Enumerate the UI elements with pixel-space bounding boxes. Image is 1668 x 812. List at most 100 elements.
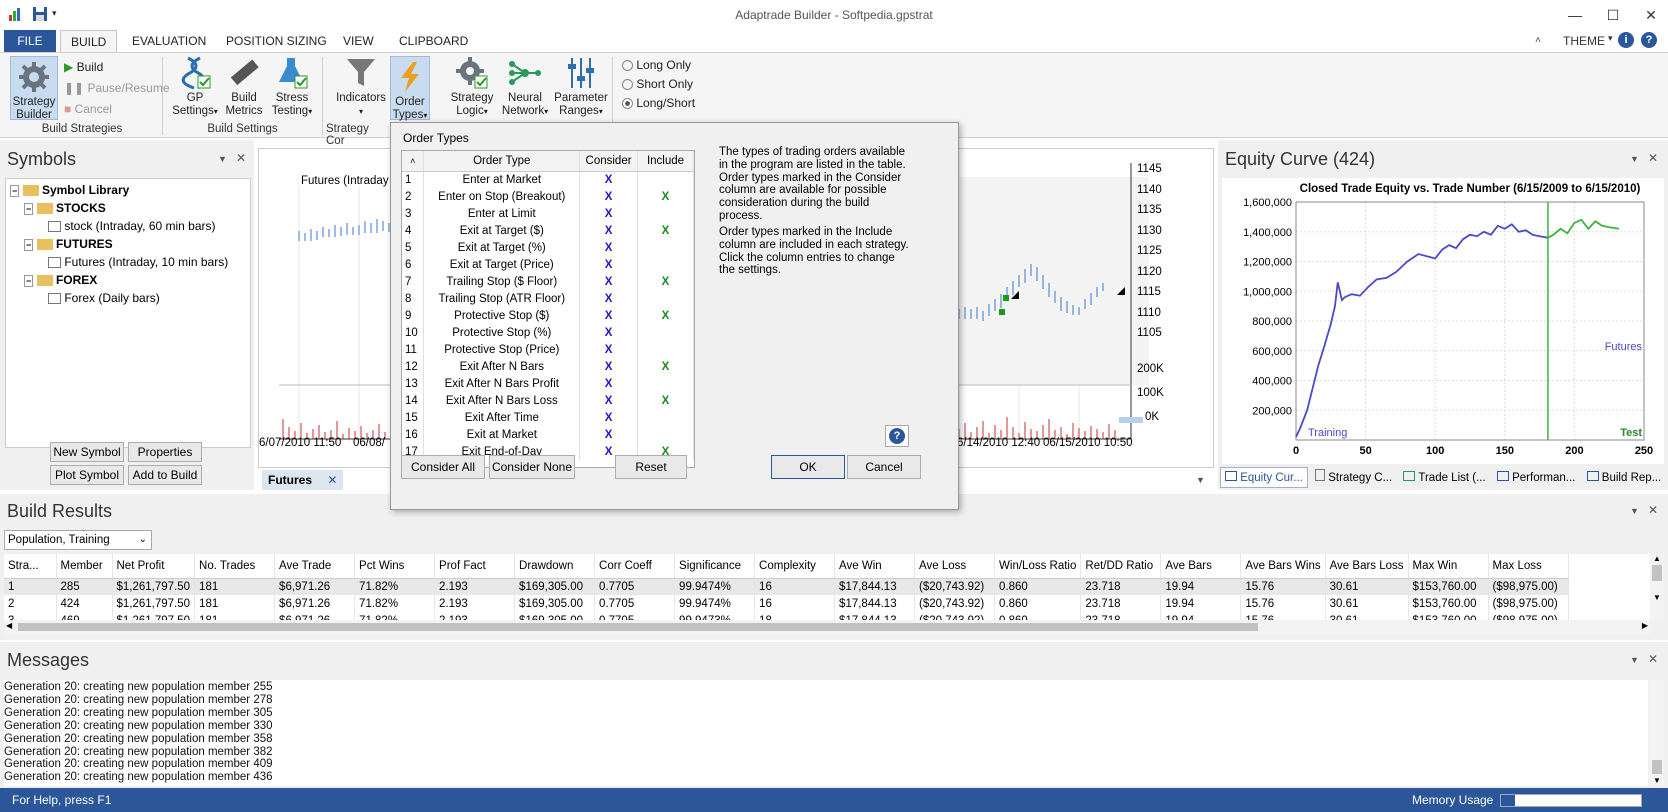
order-types-button[interactable]: Order Types▾ <box>390 56 430 121</box>
new-symbol-button[interactable]: New Symbol <box>50 442 124 462</box>
include-cell[interactable]: X <box>637 273 694 290</box>
col-header[interactable]: Ave Trade <box>274 554 356 579</box>
include-cell[interactable]: X <box>637 188 694 205</box>
panel-menu-icon[interactable]: ▼ <box>1630 506 1639 516</box>
col-header[interactable]: Net Profit <box>112 554 196 579</box>
col-header[interactable]: Pct Wins <box>354 554 436 579</box>
collapse-icon[interactable]: − <box>10 185 20 197</box>
consider-cell[interactable]: X <box>579 307 639 324</box>
scroll-thumb[interactable] <box>18 623 1258 631</box>
minimize-button[interactable]: — <box>1565 6 1585 24</box>
order-type-row[interactable]: 4 Exit at Target ($) X X <box>402 222 694 239</box>
col-order-type[interactable]: Order Type <box>423 151 581 172</box>
col-header[interactable]: Member <box>56 554 113 579</box>
population-dropdown[interactable]: Population, Training ⌄ <box>4 530 152 550</box>
pause-resume-button[interactable]: ❚❚ Pause/Resume <box>64 78 170 98</box>
tab-evaluation[interactable]: EVALUATION <box>122 30 216 52</box>
include-cell[interactable] <box>637 171 694 188</box>
include-cell[interactable]: X <box>637 307 694 324</box>
order-type-row[interactable]: 14 Exit After N Bars Loss X X <box>402 392 694 409</box>
tab-performance[interactable]: Performan... <box>1493 468 1579 487</box>
include-cell[interactable] <box>637 409 694 426</box>
equity-chart[interactable]: Closed Trade Equity vs. Trade Number (6/… <box>1222 178 1664 464</box>
consider-cell[interactable]: X <box>579 188 639 205</box>
col-header[interactable]: Max Loss <box>1488 554 1569 579</box>
tab-build-report[interactable]: Build Rep... <box>1583 468 1666 487</box>
scroll-left-icon[interactable]: ◀ <box>6 621 12 630</box>
col-header[interactable]: Stra... <box>4 554 57 579</box>
close-button[interactable]: ✕ <box>1641 6 1661 24</box>
scroll-down-icon[interactable]: ▼ <box>1653 776 1661 785</box>
neural-network-button[interactable]: Neural Network▾ <box>500 56 550 118</box>
consider-cell[interactable]: X <box>579 239 639 256</box>
table-row[interactable]: 1 285 $1,261,797.50 181 $6,971.26 71.82% 2.193… <box>4 578 1569 595</box>
close-tab-icon[interactable]: ✕ <box>327 473 337 487</box>
tab-position-sizing[interactable]: POSITION SIZING <box>216 30 337 52</box>
consider-cell[interactable]: X <box>579 341 639 358</box>
add-to-build-button[interactable]: Add to Build <box>128 465 202 485</box>
chart-scrollbar[interactable] <box>1119 417 1143 423</box>
consider-cell[interactable]: X <box>579 324 639 341</box>
help-icon[interactable]: ? <box>1641 32 1657 48</box>
col-header[interactable]: Drawdown <box>514 554 596 579</box>
tab-clipboard[interactable]: CLIPBOARD <box>389 30 478 52</box>
include-cell[interactable] <box>637 205 694 222</box>
include-cell[interactable] <box>637 290 694 307</box>
parameter-ranges-button[interactable]: Parameter Ranges▾ <box>553 56 609 118</box>
consider-cell[interactable]: X <box>579 392 639 409</box>
order-type-row[interactable]: 10 Protective Stop (%) X <box>402 324 694 341</box>
tab-strategy-code[interactable]: Strategy C... <box>1311 466 1396 487</box>
info-icon[interactable]: i <box>1618 32 1634 48</box>
collapse-icon[interactable]: − <box>24 203 34 215</box>
consider-cell[interactable]: X <box>579 222 639 239</box>
consider-cell[interactable]: X <box>579 358 639 375</box>
tree-item-stocks[interactable]: − STOCKS <box>24 201 106 215</box>
col-header[interactable]: Significance <box>674 554 756 579</box>
consider-cell[interactable]: X <box>579 171 639 188</box>
order-type-row[interactable]: 12 Exit After N Bars X X <box>402 358 694 375</box>
order-type-row[interactable]: 15 Exit After Time X <box>402 409 694 426</box>
include-cell[interactable]: X <box>637 392 694 409</box>
include-cell[interactable] <box>637 375 694 392</box>
include-cell[interactable] <box>637 426 694 443</box>
order-type-row[interactable]: 5 Exit at Target (%) X <box>402 239 694 256</box>
col-header[interactable]: Complexity <box>754 554 836 579</box>
include-cell[interactable] <box>637 239 694 256</box>
col-header[interactable]: Max Win <box>1408 554 1489 579</box>
tree-item-futures[interactable]: Futures (Intraday, 10 min bars) <box>48 255 228 269</box>
tree-item-forex-folder[interactable]: − FOREX <box>24 273 97 287</box>
panel-menu-icon[interactable]: ▼ <box>1630 154 1639 164</box>
consider-cell[interactable]: X <box>579 205 639 222</box>
cancel-build-button[interactable]: ■ Cancel <box>64 99 112 119</box>
build-metrics-button[interactable]: Build Metrics <box>223 56 265 118</box>
include-cell[interactable] <box>637 341 694 358</box>
sort-up-icon[interactable]: ˄ <box>402 151 425 172</box>
consider-all-button[interactable]: Consider All <box>401 455 485 479</box>
collapse-icon[interactable]: − <box>24 239 34 251</box>
consider-none-button[interactable]: Consider None <box>489 455 575 479</box>
include-cell[interactable] <box>637 256 694 273</box>
order-type-row[interactable]: 3 Enter at Limit X <box>402 205 694 222</box>
consider-cell[interactable]: X <box>579 290 639 307</box>
horizontal-scrollbar[interactable]: ◀ ▶ <box>4 620 1650 634</box>
tab-futures-chart[interactable]: Futures ✕ <box>262 470 344 490</box>
order-type-row[interactable]: 1 Enter at Market X <box>402 171 694 188</box>
panel-close-icon[interactable]: ✕ <box>1648 503 1658 517</box>
stress-testing-button[interactable]: Stress Testing▾ <box>268 56 316 118</box>
tab-file[interactable]: FILE <box>4 30 56 52</box>
include-cell[interactable] <box>637 324 694 341</box>
scroll-down-icon[interactable]: ▼ <box>1650 593 1664 602</box>
order-type-row[interactable]: 13 Exit After N Bars Profit X <box>402 375 694 392</box>
panel-close-icon[interactable]: ✕ <box>1648 652 1658 666</box>
theme-menu[interactable]: THEME <box>1563 34 1605 48</box>
tree-item-library[interactable]: − Symbol Library <box>10 183 129 197</box>
messages-scrollbar[interactable]: ▼ <box>1650 680 1664 786</box>
order-type-row[interactable]: 2 Enter on Stop (Breakout) X X <box>402 188 694 205</box>
consider-cell[interactable]: X <box>579 409 639 426</box>
maximize-button[interactable]: ☐ <box>1603 6 1623 24</box>
strategy-logic-button[interactable]: Strategy Logic▾ <box>446 56 498 118</box>
short-only-radio[interactable]: Short Only <box>622 74 693 94</box>
long-short-radio[interactable]: Long/Short <box>622 93 695 113</box>
table-row[interactable]: 3469$1,261,797.50181$6,971.2671.82%2.193… <box>4 612 1569 620</box>
include-cell[interactable]: X <box>637 222 694 239</box>
